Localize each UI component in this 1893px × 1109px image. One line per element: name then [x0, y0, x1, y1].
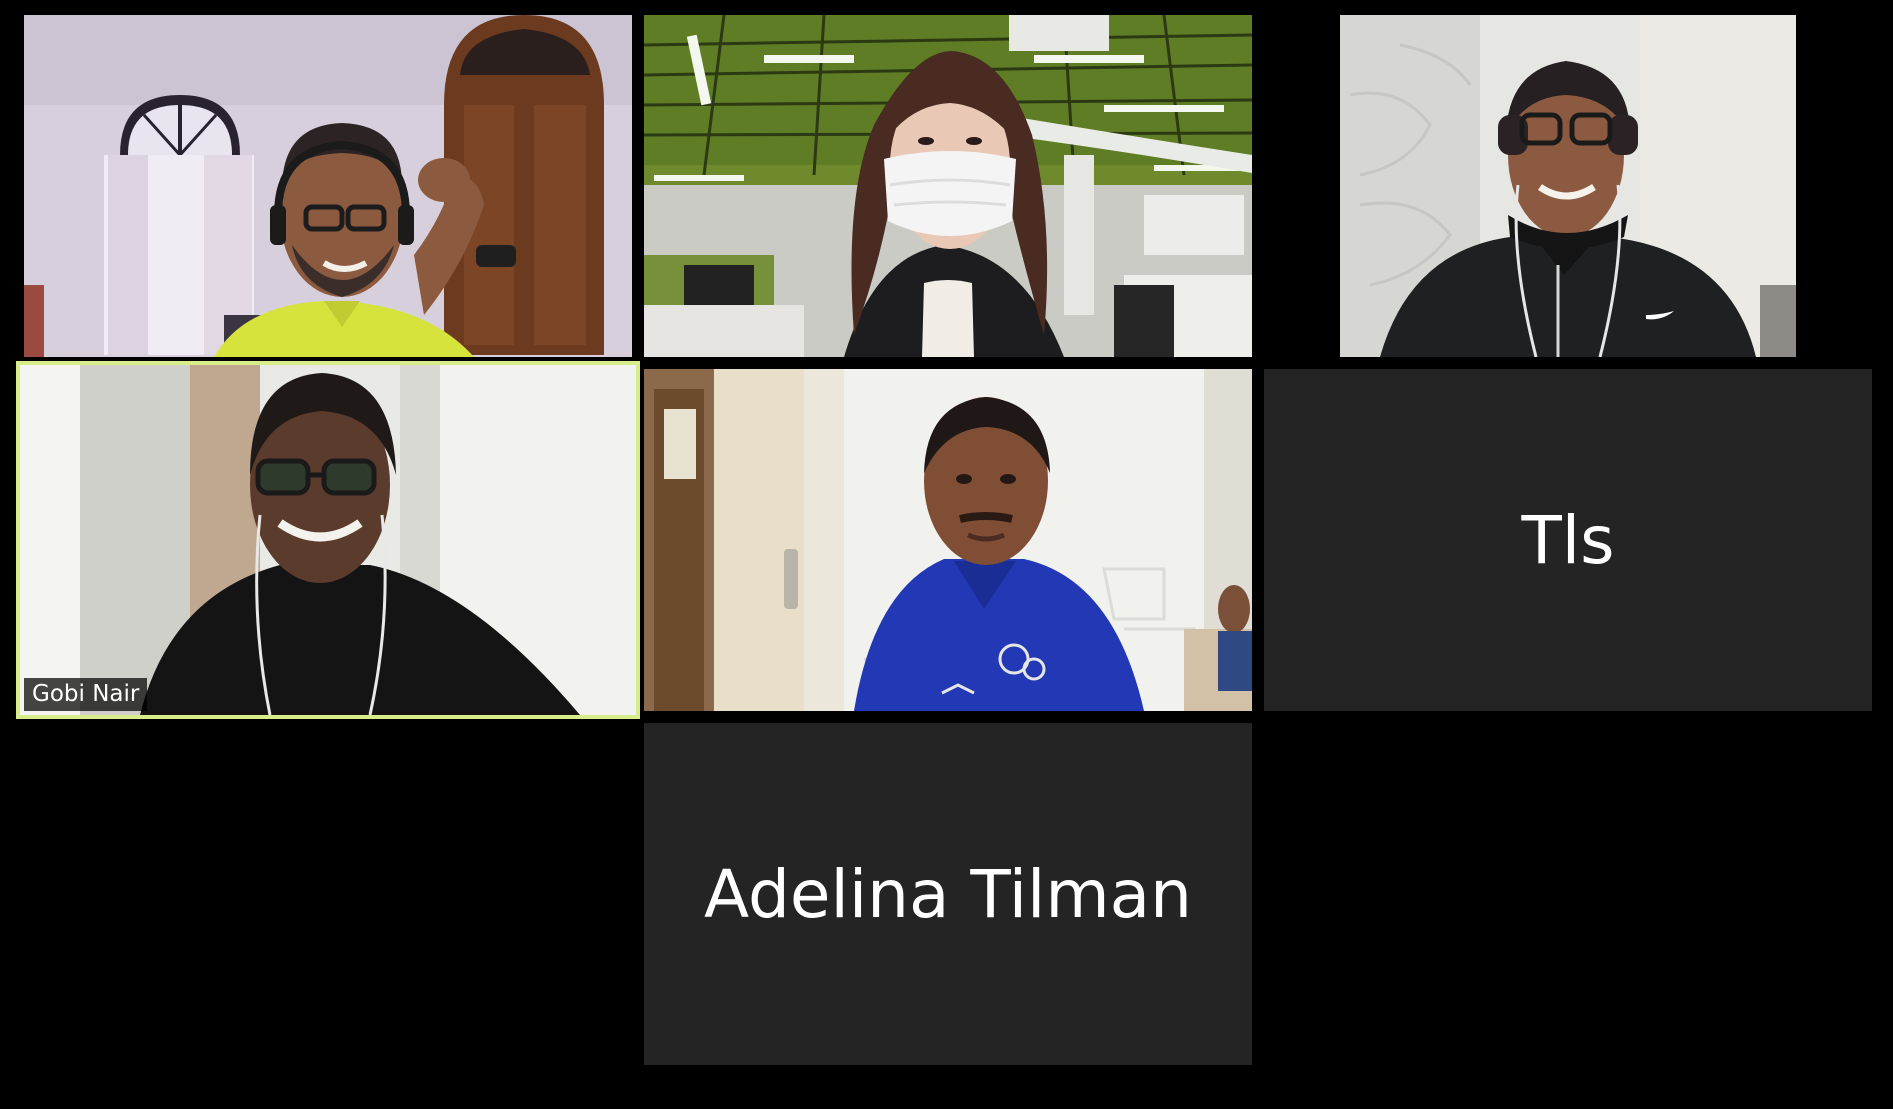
participant-video-feed — [24, 15, 632, 357]
active-speaker-video-tile[interactable]: Gobi Nair — [16, 361, 640, 719]
participant-video-tile[interactable] — [644, 369, 1252, 711]
participant-name-tile[interactable]: Adelina Tilman — [644, 723, 1252, 1065]
participant-video-tile[interactable] — [1340, 15, 1796, 357]
participant-video-feed — [1340, 15, 1796, 357]
participant-video-feed — [644, 15, 1252, 357]
participant-video-feed — [20, 365, 636, 715]
participant-display-name: Adelina Tilman — [704, 855, 1192, 933]
video-gallery: Gobi Nair Tls Adelina Tilman — [0, 0, 1893, 1109]
participant-name-label: Gobi Nair — [24, 678, 148, 711]
participant-name-tile[interactable]: Tls — [1264, 369, 1872, 711]
participant-display-name: Tls — [1521, 501, 1615, 579]
participant-video-feed — [644, 369, 1252, 711]
participant-video-tile[interactable] — [24, 15, 632, 357]
participant-video-tile[interactable] — [644, 15, 1252, 357]
